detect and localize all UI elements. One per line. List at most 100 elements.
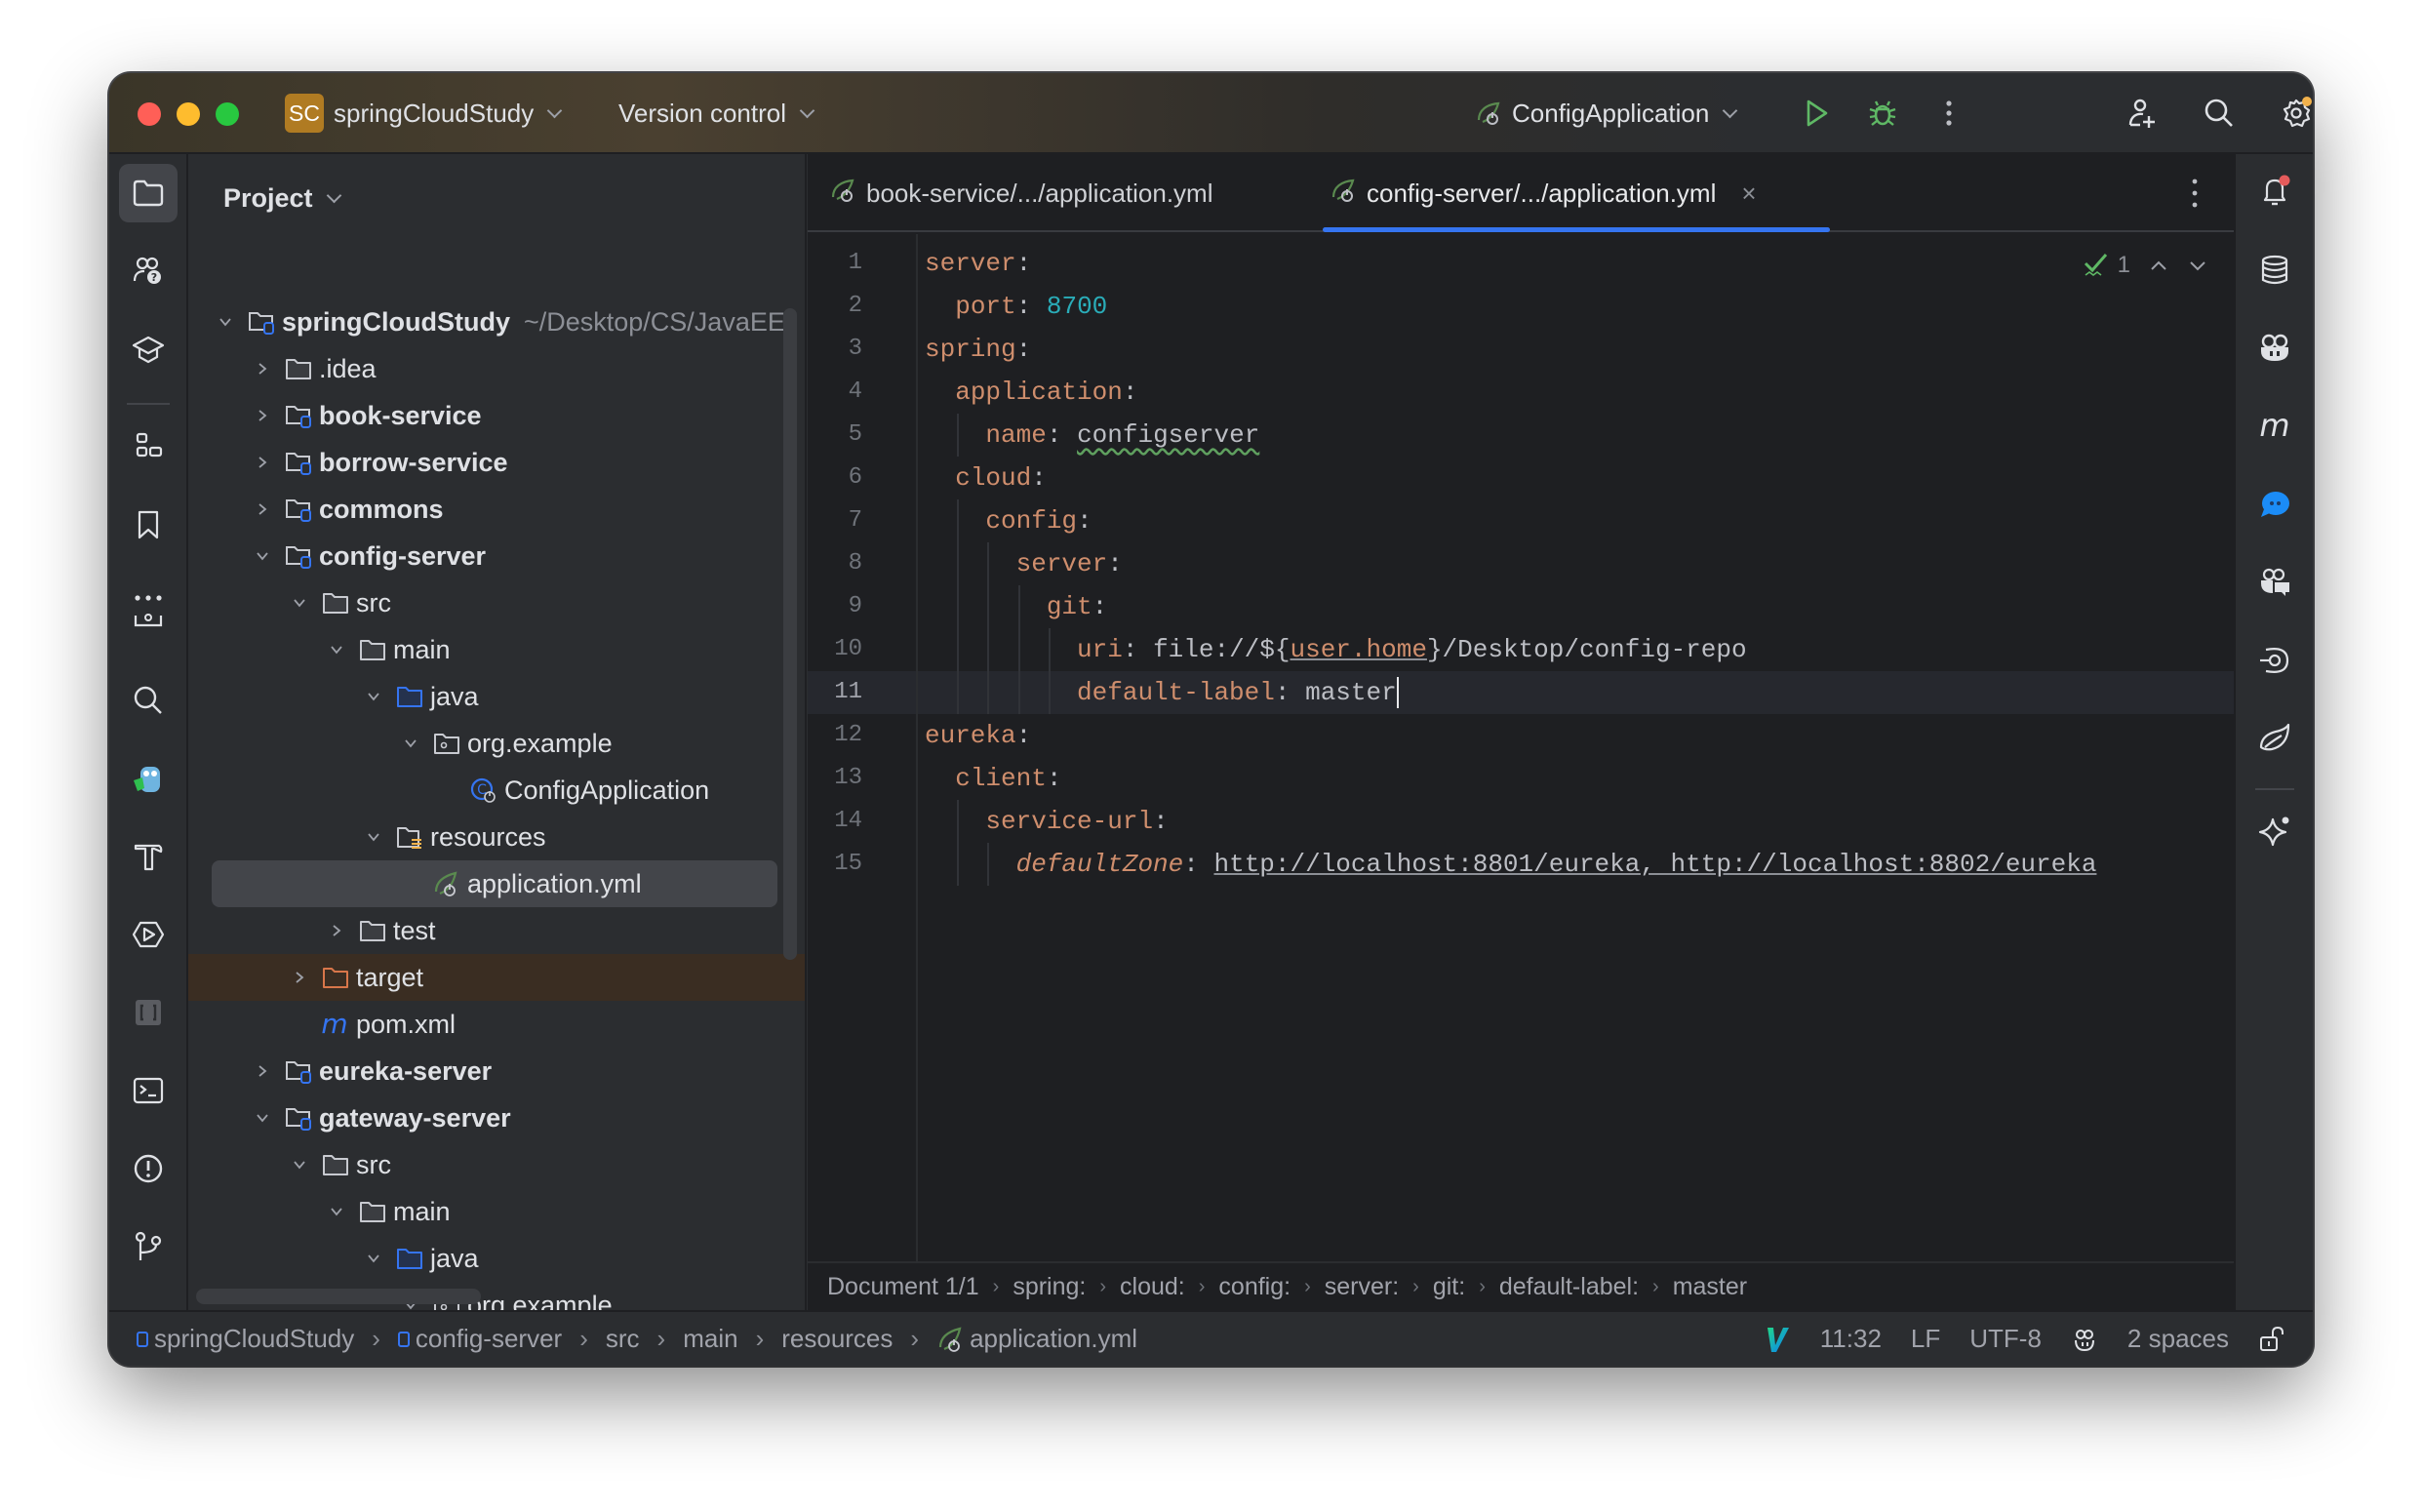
code-line[interactable]: uri: file://${user.home}/Desktop/config-… (925, 628, 1747, 671)
tree-item[interactable]: gateway-server (188, 1094, 805, 1141)
find-tool-button[interactable] (119, 671, 178, 730)
project-tool-button[interactable] (119, 164, 178, 222)
status-path-item[interactable]: src (606, 1324, 640, 1354)
copilot-chat-button[interactable] (2248, 556, 2301, 609)
chevron-right-icon[interactable] (253, 1063, 272, 1079)
chevron-right-icon[interactable] (253, 455, 272, 470)
tab-book-service-application-yml[interactable]: book-service/.../application.yml (829, 154, 1212, 232)
status-path-item[interactable]: main (683, 1324, 737, 1354)
notifications-button[interactable] (2248, 166, 2301, 219)
run-button[interactable] (1794, 91, 1839, 136)
unlock-icon[interactable] (2258, 1325, 2285, 1354)
chevron-down-icon[interactable] (364, 1251, 383, 1266)
settings-button[interactable] (2274, 91, 2313, 136)
chevron-right-icon[interactable] (253, 501, 272, 517)
line-separator[interactable]: LF (1911, 1324, 1940, 1354)
tree-item[interactable]: m pom.xml (188, 1001, 805, 1048)
copilot-button[interactable] (2248, 322, 2301, 375)
problems-tool-button[interactable] (119, 1139, 178, 1198)
project-view-selector[interactable]: Project (223, 183, 341, 214)
search-everywhere-button[interactable] (2197, 91, 2242, 136)
close-tab-icon[interactable]: × (1741, 179, 1756, 209)
breadcrumb-item[interactable]: config: (1218, 1273, 1291, 1301)
database-button[interactable] (2248, 244, 2301, 297)
more-actions-button[interactable] (1926, 91, 1971, 136)
build-tool-button[interactable] (119, 827, 178, 886)
chevron-down-icon[interactable] (253, 548, 272, 564)
debug-button[interactable] (1860, 91, 1905, 136)
breadcrumb-item[interactable]: cloud: (1120, 1273, 1185, 1301)
tree-item[interactable]: main (188, 1188, 805, 1235)
tree-item[interactable]: java (188, 1235, 805, 1282)
bookmarks-tool-button[interactable] (119, 496, 178, 554)
tree-item[interactable]: main (188, 626, 805, 673)
code-line[interactable]: service-url: (925, 800, 1168, 843)
chevron-down-icon[interactable] (401, 736, 420, 751)
chevron-down-icon[interactable] (290, 595, 309, 611)
breadcrumb-item[interactable]: Document 1/1 (827, 1273, 979, 1301)
chat-button[interactable] (2248, 478, 2301, 531)
project-tree-vertical-scrollbar[interactable] (783, 308, 797, 960)
code-line[interactable]: spring: (925, 328, 1031, 371)
status-path-item[interactable]: config-server (397, 1324, 562, 1354)
code-area[interactable]: server: port: 8700 spring: application: n… (808, 234, 2234, 1261)
maven-button[interactable]: m (2248, 400, 2301, 453)
gopher-plugin-button[interactable] (119, 749, 178, 808)
breadcrumb-item[interactable]: spring: (1013, 1273, 1086, 1301)
tree-item[interactable]: application.yml (212, 860, 777, 907)
tree-item[interactable]: test (188, 907, 805, 954)
code-line[interactable]: client: (925, 757, 1061, 800)
code-line[interactable]: server: (925, 242, 1031, 285)
code-line[interactable]: config: (925, 499, 1092, 542)
tree-item[interactable]: borrow-service (188, 439, 805, 486)
chevron-right-icon[interactable] (253, 408, 272, 423)
vim-icon[interactable] (1766, 1326, 1791, 1353)
project-tree-horizontal-scrollbar[interactable] (196, 1289, 481, 1304)
chevron-right-icon[interactable] (290, 970, 309, 985)
tree-item[interactable]: java (188, 673, 805, 720)
code-line[interactable]: cloud: (925, 457, 1047, 499)
chevron-down-icon[interactable] (290, 1157, 309, 1173)
chevron-down-icon[interactable] (364, 829, 383, 845)
chevron-down-icon[interactable] (327, 1204, 346, 1219)
terminal-tool-button[interactable] (119, 1061, 178, 1120)
git-tool-button[interactable] (119, 1217, 178, 1276)
project-switcher[interactable]: springCloudStudy (334, 99, 563, 129)
breadcrumb-item[interactable]: git: (1433, 1273, 1465, 1301)
vcs-menu[interactable]: Version control (618, 99, 815, 129)
code-line[interactable]: port: 8700 (925, 285, 1107, 328)
copilot-status-icon[interactable] (2071, 1326, 2098, 1353)
code-line[interactable]: defaultZone: http://localhost:8801/eurek… (925, 843, 2097, 886)
tree-item[interactable]: resources (188, 814, 805, 860)
tab-config-server-application-yml[interactable]: config-server/.../application.yml × (1330, 154, 1757, 232)
services-tool-button[interactable] (119, 608, 178, 643)
chevron-down-icon[interactable] (216, 314, 235, 330)
tree-item[interactable]: src (188, 579, 805, 626)
code-line[interactable]: git: (925, 585, 1107, 628)
tree-item[interactable]: .idea (188, 345, 805, 392)
tree-item[interactable]: commons (188, 486, 805, 533)
indent-setting[interactable]: 2 spaces (2127, 1324, 2229, 1354)
maximize-window-button[interactable] (216, 102, 239, 126)
tree-item[interactable]: C ConfigApplication (188, 767, 805, 814)
tabs-more-button[interactable] (2185, 176, 2205, 211)
structure-tool-button[interactable] (119, 418, 178, 476)
chevron-right-icon[interactable] (253, 361, 272, 377)
tree-item[interactable]: eureka-server (188, 1048, 805, 1094)
run-tool-button[interactable] (119, 905, 178, 964)
chevron-down-icon[interactable] (253, 1110, 272, 1126)
tree-item[interactable]: target (188, 954, 805, 1001)
chevron-down-icon[interactable] (364, 689, 383, 704)
run-config-selector[interactable]: ConfigApplication (1475, 99, 1738, 129)
tree-item[interactable]: springCloudStudy ~/Desktop/CS/JavaEE (188, 298, 805, 345)
chevron-down-icon[interactable] (327, 642, 346, 657)
tree-item[interactable]: src (188, 1141, 805, 1188)
code-line[interactable]: name: configserver (925, 414, 1259, 457)
breadcrumb-item[interactable]: master (1673, 1273, 1747, 1301)
chevron-right-icon[interactable] (327, 923, 346, 938)
status-path-item[interactable]: application.yml (936, 1324, 1137, 1354)
status-path-item[interactable]: resources (781, 1324, 893, 1354)
breadcrumb-item[interactable]: default-label: (1499, 1273, 1639, 1301)
spring-button[interactable] (2248, 712, 2301, 765)
endpoints-button[interactable] (2248, 634, 2301, 687)
